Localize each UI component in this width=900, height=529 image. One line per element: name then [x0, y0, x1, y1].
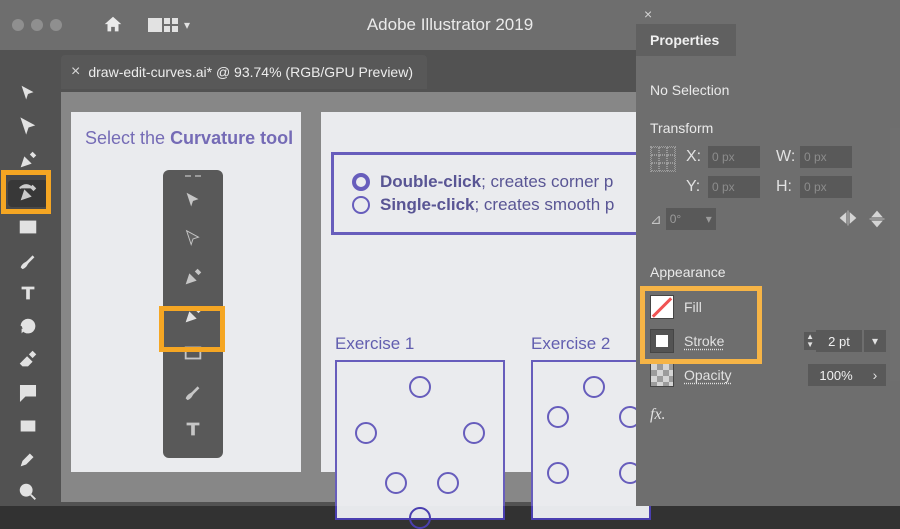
zoom-tool[interactable]	[8, 479, 48, 506]
tutorial-card-left: Select the Curvature tool	[71, 112, 301, 472]
chevron-down-icon: ▾	[184, 18, 190, 32]
document-tab[interactable]: × draw-edit-curves.ai* @ 93.74% (RGB/GPU…	[61, 55, 427, 89]
smooth-point-icon	[352, 196, 370, 214]
tutorial-type-icon	[163, 410, 223, 448]
tutorial-toolbar-graphic	[163, 170, 223, 458]
stroke-weight-stepper[interactable]: ▲▼	[804, 332, 816, 350]
instruction-1: Double-click; creates corner p	[380, 172, 613, 192]
angle-icon: ⊿	[650, 211, 662, 228]
opacity-input[interactable]: 100%	[808, 364, 864, 386]
eyedropper-tool[interactable]	[8, 446, 48, 473]
stroke-swatch[interactable]	[650, 329, 674, 353]
w-label: W:	[776, 148, 794, 166]
tutorial-heading-strong: Curvature tool	[170, 128, 293, 148]
pen-tool[interactable]	[8, 146, 48, 173]
curvature-tool[interactable]	[8, 180, 48, 207]
instruction-2: Single-click; creates smooth p	[380, 195, 614, 215]
gradient-tool[interactable]	[8, 412, 48, 439]
close-panel-icon[interactable]: ×	[644, 6, 652, 22]
stroke-label[interactable]: Stroke	[684, 333, 724, 349]
tutorial-rectangle-icon	[163, 334, 223, 372]
appearance-heading: Appearance	[650, 264, 886, 280]
properties-tab[interactable]: Properties	[636, 24, 736, 56]
direct-selection-tool[interactable]	[8, 113, 48, 140]
home-button[interactable]	[102, 14, 124, 36]
exercise-1-box	[335, 360, 505, 520]
x-input[interactable]: 0 px	[708, 146, 760, 168]
tutorial-heading-prefix: Select the	[85, 128, 170, 148]
rotate-angle-input[interactable]: 0°▾	[666, 208, 716, 230]
fx-button[interactable]: fx.	[650, 406, 886, 424]
x-label: X:	[686, 148, 702, 166]
flip-horizontal-icon[interactable]	[838, 209, 858, 229]
tutorial-curvature-icon	[163, 296, 223, 334]
zoom-window-icon[interactable]	[50, 19, 62, 31]
selection-status: No Selection	[650, 82, 886, 98]
app-title: Adobe Illustrator 2019	[367, 15, 533, 35]
instruction-box: Double-click; creates corner p Single-cl…	[331, 152, 641, 235]
eraser-tool[interactable]	[8, 346, 48, 373]
close-tab-icon[interactable]: ×	[71, 63, 80, 81]
tools-panel	[0, 50, 56, 506]
minimize-window-icon[interactable]	[31, 19, 43, 31]
type-tool[interactable]	[8, 279, 48, 306]
opacity-label[interactable]: Opacity	[684, 367, 731, 383]
stroke-weight-input[interactable]: 2 pt	[816, 330, 862, 352]
corner-point-icon	[352, 173, 370, 191]
flip-vertical-icon[interactable]	[868, 209, 886, 229]
h-label: H:	[776, 178, 794, 196]
canvas[interactable]: Select the Curvature tool Double-click; …	[61, 92, 636, 502]
y-input[interactable]: 0 px	[708, 176, 760, 198]
exercise-2-label: Exercise 2	[531, 334, 610, 354]
w-input[interactable]: 0 px	[800, 146, 852, 168]
reference-point-selector[interactable]	[650, 146, 676, 172]
document-tab-label: draw-edit-curves.ai* @ 93.74% (RGB/GPU P…	[88, 64, 413, 80]
y-label: Y:	[686, 178, 702, 196]
fill-label[interactable]: Fill	[684, 299, 702, 315]
rotate-tool[interactable]	[8, 313, 48, 340]
comment-tool[interactable]	[8, 379, 48, 406]
selection-tool[interactable]	[8, 80, 48, 107]
tutorial-selection-icon	[163, 182, 223, 220]
properties-panel: × Properties No Selection Transform X: 0…	[636, 0, 900, 506]
arrange-documents-button[interactable]: ▾	[144, 16, 194, 34]
tutorial-heading: Select the Curvature tool	[71, 112, 301, 149]
paintbrush-tool[interactable]	[8, 246, 48, 273]
opacity-swatch[interactable]	[650, 363, 674, 387]
single-window-icon	[148, 18, 162, 32]
tutorial-brush-icon	[163, 372, 223, 410]
transform-heading: Transform	[650, 120, 886, 136]
h-input[interactable]: 0 px	[800, 176, 852, 198]
grid-window-icon	[164, 18, 178, 32]
window-controls[interactable]	[12, 19, 62, 31]
exercise-1-label: Exercise 1	[335, 334, 414, 354]
tutorial-direct-selection-icon	[163, 220, 223, 258]
opacity-expand-icon[interactable]: ›	[864, 364, 886, 386]
rectangle-tool[interactable]	[8, 213, 48, 240]
tutorial-card-right: Double-click; creates corner p Single-cl…	[321, 112, 641, 472]
stroke-weight-dropdown[interactable]: ▾	[864, 330, 886, 352]
fill-swatch[interactable]	[650, 295, 674, 319]
close-window-icon[interactable]	[12, 19, 24, 31]
tutorial-pen-icon	[163, 258, 223, 296]
exercise-2-box	[531, 360, 651, 520]
